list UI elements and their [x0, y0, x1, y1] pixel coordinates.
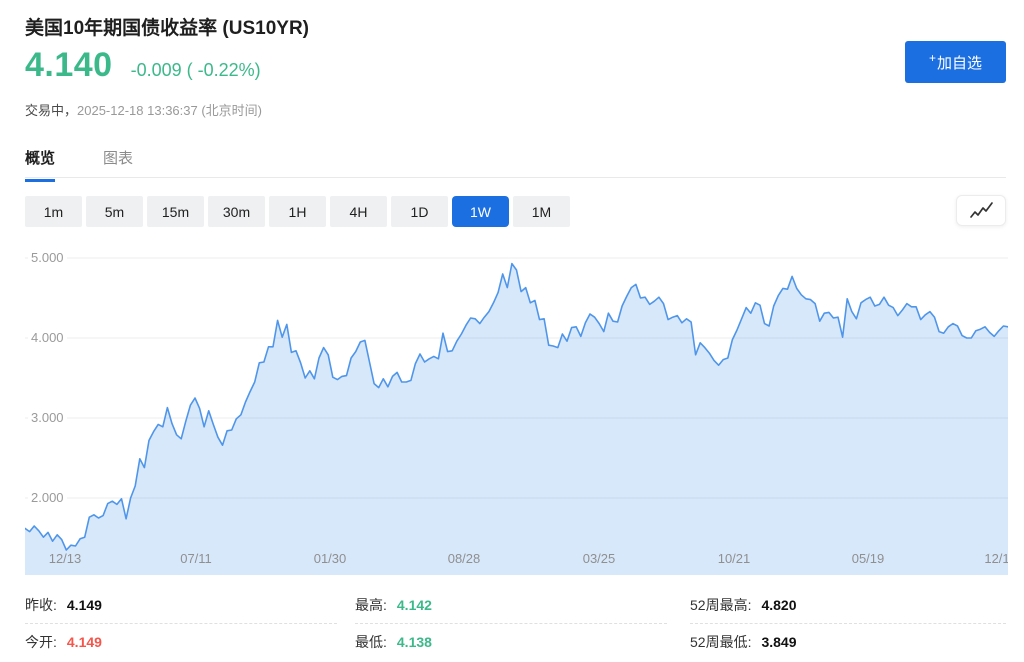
stat-value: 4.149: [67, 597, 102, 613]
stat-value: 4.820: [761, 597, 796, 613]
y-axis-tick: 4.000: [28, 329, 67, 347]
x-axis-tick: 12/1: [984, 551, 1008, 566]
stat-value: 4.149: [67, 634, 102, 650]
stat-label: 52周最低:: [690, 632, 751, 652]
trading-status: 交易中，2025-12-18 13:36:37 (北京时间): [25, 100, 262, 119]
stat-label: 昨收:: [25, 595, 57, 615]
tab-divider: [25, 177, 1006, 178]
chart-type-button[interactable]: [956, 195, 1006, 226]
time-range-toolbar: 1m 5m 15m 30m 1H 4H 1D 1W 1M: [25, 196, 570, 227]
yield-area-chart[interactable]: 5.000 4.000 3.000 2.000 12/13 07/11 01/3…: [25, 240, 1008, 575]
stat-prev-close: 昨收: 4.149: [25, 586, 337, 623]
price-row: 4.140 -0.009 ( -0.22%): [25, 46, 261, 85]
quote-timestamp: 2025-12-18 13:36:37 (北京时间): [77, 103, 262, 118]
x-axis-tick: 03/25: [583, 551, 616, 566]
add-watchlist-button[interactable]: +加自选: [905, 41, 1006, 83]
x-axis-tick: 08/28: [448, 551, 481, 566]
plus-icon: +: [929, 51, 936, 65]
stat-label: 52周最高:: [690, 595, 751, 615]
stats-column-1: 昨收: 4.149 今开: 4.149: [25, 586, 337, 660]
stat-label: 最低:: [355, 632, 387, 652]
x-axis-tick: 12/13: [49, 551, 82, 566]
quote-page: 美国10年期国债收益率 (US10YR) 4.140 -0.009 ( -0.2…: [0, 0, 1024, 662]
stat-52w-low: 52周最低: 3.849: [690, 623, 1006, 660]
x-axis-tick: 10/21: [718, 551, 751, 566]
range-button-5m[interactable]: 5m: [86, 196, 143, 227]
range-button-4h[interactable]: 4H: [330, 196, 387, 227]
price-change: -0.009 ( -0.22%): [131, 60, 261, 81]
stat-low: 最低: 4.138: [355, 623, 667, 660]
range-button-1w[interactable]: 1W: [452, 196, 509, 227]
current-price: 4.140: [25, 46, 113, 85]
range-button-1h[interactable]: 1H: [269, 196, 326, 227]
range-button-1m[interactable]: 1m: [25, 196, 82, 227]
range-button-1d[interactable]: 1D: [391, 196, 448, 227]
stats-column-3: 52周最高: 4.820 52周最低: 3.849: [690, 586, 1006, 660]
y-axis-tick: 5.000: [28, 249, 67, 267]
page-title: 美国10年期国债收益率 (US10YR): [25, 13, 309, 40]
y-axis-tick: 3.000: [28, 409, 67, 427]
stat-value: 4.138: [397, 634, 432, 650]
stat-open: 今开: 4.149: [25, 623, 337, 660]
stat-label: 最高:: [355, 595, 387, 615]
stat-value: 3.849: [761, 634, 796, 650]
range-button-15m[interactable]: 15m: [147, 196, 204, 227]
x-axis-tick: 01/30: [314, 551, 347, 566]
x-axis-tick: 05/19: [852, 551, 885, 566]
stat-label: 今开:: [25, 632, 57, 652]
range-button-1M[interactable]: 1M: [513, 196, 570, 227]
range-button-30m[interactable]: 30m: [208, 196, 265, 227]
stat-52w-high: 52周最高: 4.820: [690, 586, 1006, 623]
chart-canvas: [25, 240, 1008, 575]
y-axis-tick: 2.000: [28, 489, 67, 507]
line-chart-icon: [966, 199, 996, 223]
stat-value: 4.142: [397, 597, 432, 613]
add-watchlist-label: 加自选: [937, 55, 982, 72]
trading-status-label: 交易中，: [25, 103, 77, 118]
x-axis-tick: 07/11: [180, 551, 212, 566]
stats-column-2: 最高: 4.142 最低: 4.138: [355, 586, 667, 660]
stat-high: 最高: 4.142: [355, 586, 667, 623]
